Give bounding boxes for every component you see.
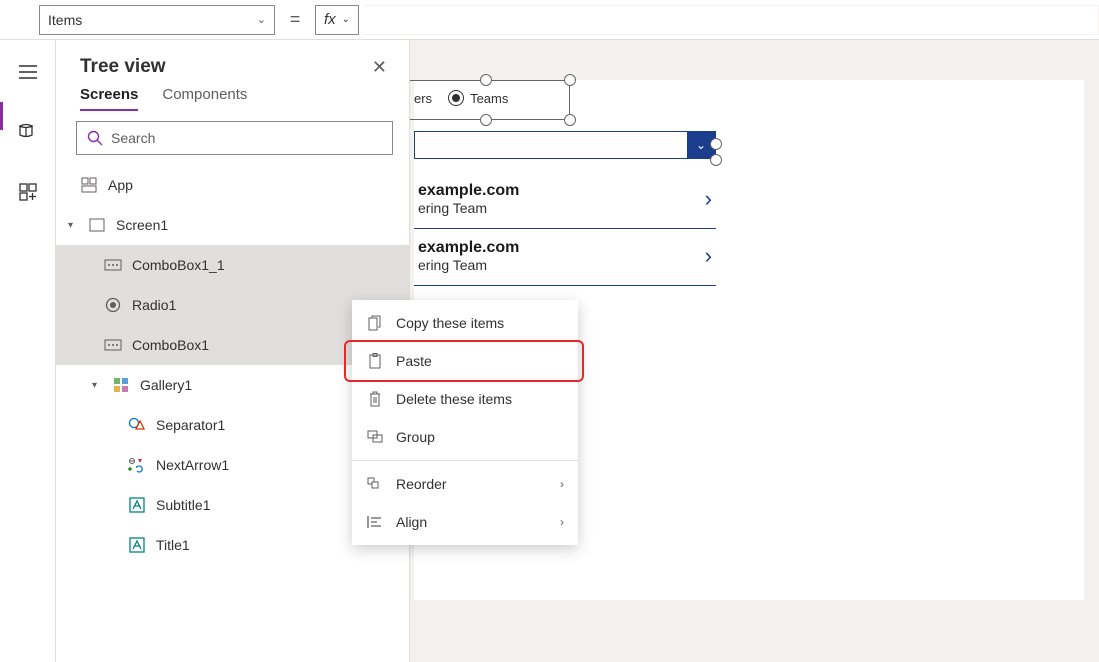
label-icon (128, 496, 146, 514)
copy-icon (366, 314, 384, 332)
selection-handle[interactable] (480, 114, 492, 126)
menu-separator (352, 460, 578, 461)
list-item-title: example.com (418, 239, 705, 257)
combobox-icon (104, 256, 122, 274)
trash-icon (366, 390, 384, 408)
label-icon (128, 536, 146, 554)
fx-button[interactable]: fx ⌄ (315, 5, 359, 35)
left-rail (0, 40, 56, 662)
menu-item-label: Copy these items (396, 315, 504, 331)
app-icon (80, 176, 98, 194)
gallery-icon (112, 376, 130, 394)
menu-item-delete[interactable]: Delete these items (352, 380, 578, 418)
tree-node-label: App (108, 177, 409, 193)
tree-node-label: ComboBox1_1 (132, 257, 409, 273)
chevron-right-icon: › (560, 515, 564, 529)
tree-node-screen1[interactable]: ▾ Screen1 (56, 205, 409, 245)
menu-item-label: Reorder (396, 476, 447, 492)
selection-handle[interactable] (564, 114, 576, 126)
combobox-icon (104, 336, 122, 354)
search-placeholder: Search (111, 130, 155, 146)
list-item[interactable]: example.com ering Team › (414, 229, 716, 286)
rail-active-indicator (0, 102, 3, 130)
screen-icon (88, 216, 106, 234)
menu-item-align[interactable]: Align › (352, 503, 578, 541)
menu-item-label: Paste (396, 353, 432, 369)
chevron-right-icon[interactable]: › (705, 186, 712, 212)
selection-handle[interactable] (710, 154, 722, 166)
hamburger-button[interactable] (8, 56, 48, 88)
menu-item-group[interactable]: Group (352, 418, 578, 456)
tree-view-rail-button[interactable] (8, 116, 48, 148)
tree-node-app[interactable]: App (56, 165, 409, 205)
menu-item-copy[interactable]: Copy these items (352, 304, 578, 342)
reorder-icon (366, 475, 384, 493)
tree-tabs: Screens Components (56, 82, 409, 111)
paste-icon (366, 352, 384, 370)
formula-bar: Items ⌄ = fx ⌄ (0, 0, 1099, 40)
search-icon (87, 130, 103, 146)
chevron-right-icon[interactable]: › (705, 243, 712, 269)
tab-components[interactable]: Components (162, 86, 247, 111)
group-icon (366, 428, 384, 446)
tab-screens[interactable]: Screens (80, 86, 138, 111)
selection-handle[interactable] (710, 138, 722, 150)
context-menu: Copy these items Paste Delete these item… (352, 300, 578, 545)
chevron-right-icon: › (560, 477, 564, 491)
menu-item-label: Group (396, 429, 435, 445)
combobox-control[interactable]: ⌄ (414, 131, 716, 159)
list-item[interactable]: example.com ering Team › (414, 172, 716, 229)
equals-sign: = (275, 9, 315, 30)
chevron-down-icon: ⌄ (257, 13, 266, 26)
close-icon[interactable]: ✕ (372, 57, 387, 78)
formula-input[interactable] (365, 5, 1099, 35)
property-select[interactable]: Items ⌄ (39, 5, 275, 35)
property-select-label: Items (48, 12, 82, 28)
list-item-subtitle: ering Team (418, 200, 705, 216)
fx-label: fx (324, 11, 336, 28)
menu-item-label: Delete these items (396, 391, 512, 407)
caret-down-icon[interactable]: ▾ (68, 220, 78, 231)
selection-handle[interactable] (480, 74, 492, 86)
tree-node-label: Screen1 (116, 217, 409, 233)
insert-rail-button[interactable] (8, 176, 48, 208)
menu-item-paste[interactable]: Paste (352, 342, 578, 380)
menu-item-label: Align (396, 514, 427, 530)
radio-icon (104, 296, 122, 314)
search-input[interactable]: Search (76, 121, 393, 155)
list-item-subtitle: ering Team (418, 257, 705, 273)
caret-down-icon[interactable]: ▾ (92, 380, 102, 391)
list-item-title: example.com (418, 182, 705, 200)
shape-icon (128, 416, 146, 434)
selection-outline (410, 80, 570, 120)
menu-item-reorder[interactable]: Reorder › (352, 465, 578, 503)
icons-icon (128, 456, 146, 474)
chevron-down-icon: ⌄ (342, 14, 350, 25)
gallery-control[interactable]: example.com ering Team › example.com eri… (414, 172, 716, 286)
align-icon (366, 513, 384, 531)
tree-node-combobox1-1[interactable]: ComboBox1_1 (56, 245, 409, 285)
selection-handle[interactable] (564, 74, 576, 86)
tree-title: Tree view (80, 56, 166, 78)
